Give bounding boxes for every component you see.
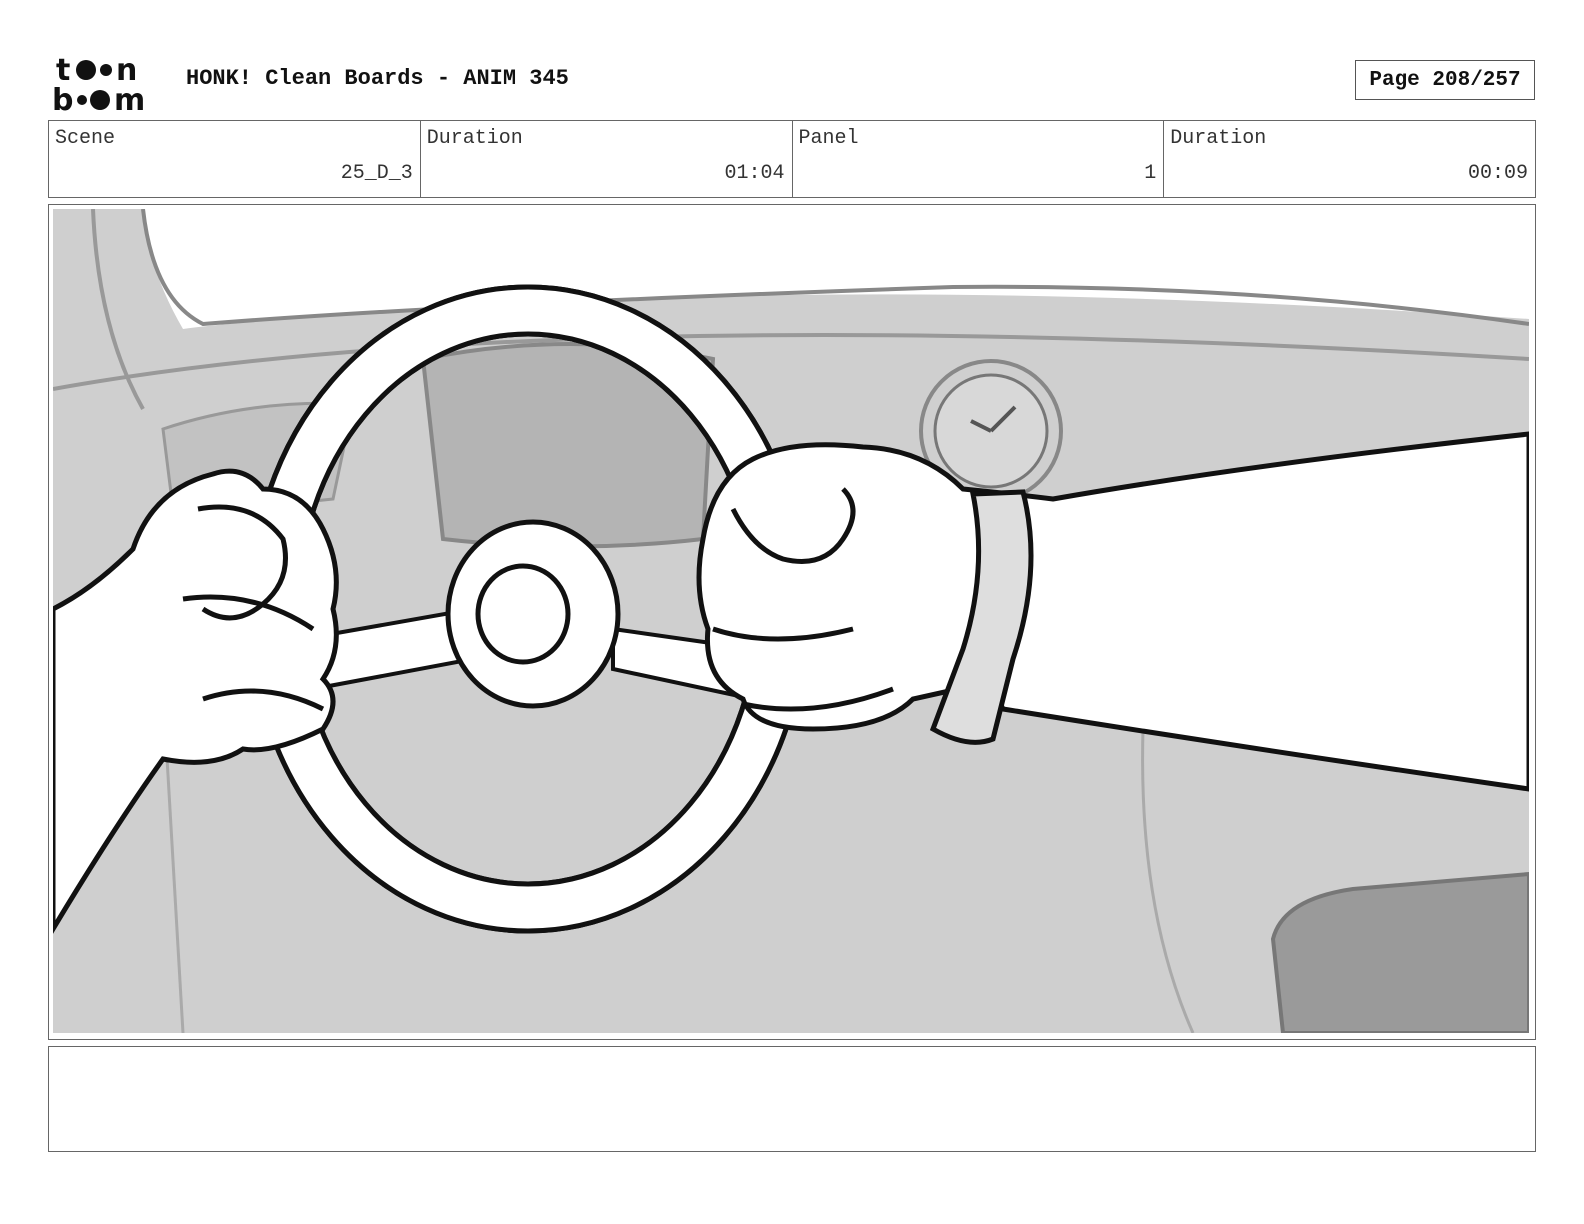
panel-notes <box>48 1046 1536 1152</box>
toon-boom-logo: t n b m <box>52 53 145 112</box>
panel-duration-cell: Duration 00:09 <box>1164 121 1535 197</box>
storyboard-panel <box>48 204 1536 1040</box>
svg-text:m: m <box>114 83 145 112</box>
panel-label: Panel <box>798 127 859 150</box>
panel-value: 1 <box>1144 162 1157 185</box>
scene-duration-value: 01:04 <box>724 162 785 185</box>
panel-duration-label: Duration <box>1170 127 1267 150</box>
svg-text:b: b <box>52 83 73 112</box>
scene-value: 25_D_3 <box>340 162 413 185</box>
page-indicator: Page 208/257 <box>1355 60 1535 100</box>
panel-duration-value: 00:09 <box>1467 162 1528 185</box>
document-title: HONK! Clean Boards - ANIM 345 <box>186 66 569 91</box>
scene-label: Scene <box>55 127 116 150</box>
scene-duration-label: Duration <box>426 127 523 150</box>
scene-cell: Scene 25_D_3 <box>49 121 421 197</box>
panel-cell: Panel 1 <box>793 121 1165 197</box>
scene-duration-cell: Duration 01:04 <box>421 121 793 197</box>
scene-info-row: Scene 25_D_3 Duration 01:04 Panel 1 Dura… <box>48 120 1536 198</box>
panel-drawing <box>53 209 1529 1033</box>
